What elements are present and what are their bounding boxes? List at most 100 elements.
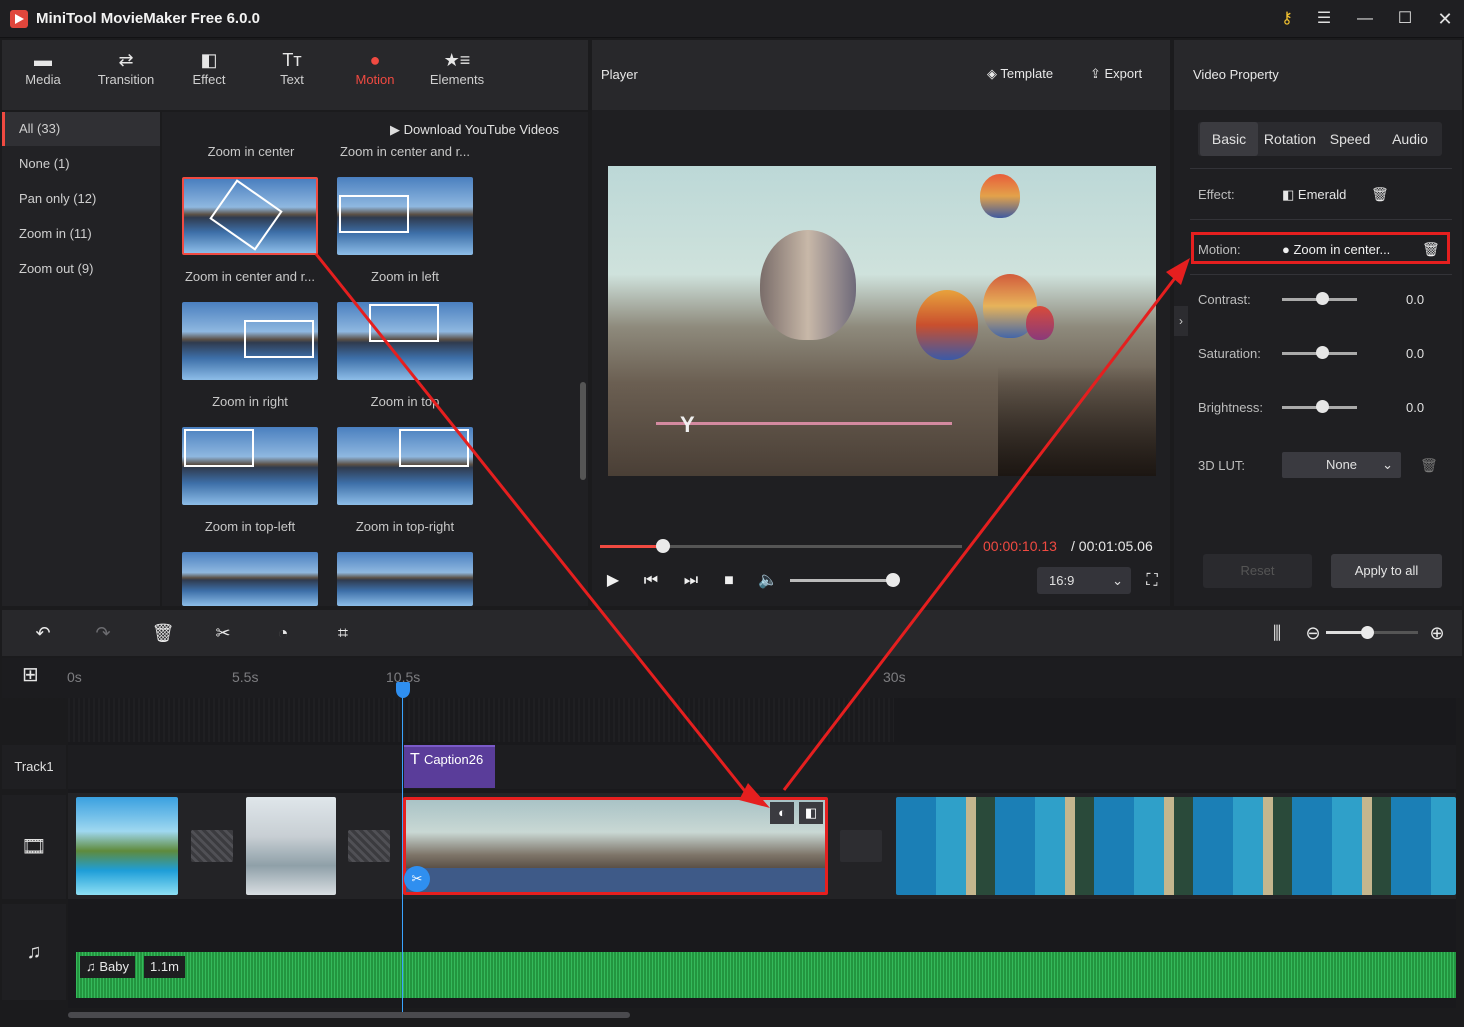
toolbar-effect[interactable]: ◧ Effect [169, 48, 249, 87]
player-title: Player [601, 67, 638, 82]
brightness-knob[interactable] [1316, 400, 1329, 413]
category-pan-only[interactable]: Pan only (12) [2, 182, 160, 216]
motion-thumb-zoom-center-rotate[interactable] [182, 177, 318, 255]
volume-slider[interactable] [790, 579, 894, 582]
brightness-value: 0.0 [1406, 400, 1425, 415]
waveform [76, 952, 1456, 998]
undo-icon[interactable]: ↶ [31, 621, 55, 645]
current-time: 00:00:10.13 [983, 538, 1057, 554]
zoom-in-icon[interactable]: ⊕ [1425, 621, 1449, 645]
balloon [916, 290, 978, 360]
split-icon[interactable]: ✂ [211, 621, 235, 645]
reset-button[interactable]: Reset [1203, 554, 1312, 588]
timeline-zoom-knob[interactable] [1361, 626, 1374, 639]
toolbar-media[interactable]: ▬ Media [3, 48, 83, 87]
motion-thumb[interactable] [337, 552, 473, 606]
playhead-handle[interactable] [396, 682, 410, 698]
motion-thumb-zoom-top-left[interactable] [182, 427, 318, 505]
delete-motion-icon[interactable]: 🗑 [1422, 241, 1440, 258]
close-icon[interactable]: ✕ [1432, 8, 1458, 30]
zoom-out-icon[interactable]: ⊖ [1301, 621, 1325, 645]
contrast-knob[interactable] [1316, 292, 1329, 305]
selected-video-clip[interactable]: ◐ ◧ [403, 797, 828, 895]
toolbar-transition[interactable]: ⇄ Transition [86, 48, 166, 87]
collapse-arrow-icon[interactable]: › [1174, 306, 1188, 336]
play-icon[interactable]: ▶ [602, 570, 624, 592]
caption-clip[interactable]: T Caption26 [404, 745, 495, 788]
delete-icon[interactable]: 🗑 [151, 621, 175, 645]
stop-icon[interactable]: ■ [718, 570, 740, 592]
video-clip[interactable] [246, 797, 336, 895]
minimize-icon[interactable]: — [1352, 8, 1378, 30]
video-clip[interactable] [896, 797, 1456, 895]
redo-icon[interactable]: ↷ [91, 621, 115, 645]
motion-thumb-zoom-top[interactable] [337, 302, 473, 380]
delete-lut-icon[interactable]: 🗑 [1420, 457, 1438, 474]
transition-placeholder[interactable] [191, 830, 233, 862]
tab-audio[interactable]: Audio [1382, 122, 1438, 156]
timeline-ruler[interactable] [2, 658, 1462, 698]
crop-icon[interactable]: ⌗ [331, 621, 355, 645]
add-track-icon[interactable]: ⊞ [22, 664, 44, 686]
template-button[interactable]: ◈ Template [987, 66, 1053, 82]
effect-applied-icon[interactable]: ◧ [799, 802, 823, 824]
motion-applied-icon[interactable]: ◐ [770, 802, 794, 824]
apply-to-all-button[interactable]: Apply to all [1331, 554, 1442, 588]
timeline-scrollbar[interactable] [68, 1012, 630, 1018]
effect-value[interactable]: ◧ Emerald [1282, 187, 1346, 203]
delete-effect-icon[interactable]: 🗑 [1371, 186, 1389, 203]
export-label: Export [1104, 66, 1143, 81]
motion-frame [184, 429, 254, 467]
category-all[interactable]: All (33) [2, 112, 160, 146]
transition-placeholder[interactable] [348, 830, 390, 862]
toolbar-text[interactable]: Tт Text [252, 48, 332, 87]
fullscreen-icon[interactable]: ⛶ [1141, 570, 1163, 592]
volume-knob[interactable] [886, 573, 900, 587]
toolbar-motion-label: Motion [355, 72, 395, 87]
next-frame-icon[interactable]: ⏭ [680, 570, 702, 592]
tab-basic[interactable]: Basic [1200, 122, 1258, 156]
player-header [592, 40, 1170, 110]
toolbar-elements[interactable]: ★≡ Elements [417, 48, 497, 87]
divider [1190, 168, 1452, 169]
saturation-value: 0.0 [1406, 346, 1425, 361]
transition-placeholder[interactable] [840, 830, 882, 862]
previous-frame-icon[interactable]: ⏮ [640, 570, 662, 592]
text-icon: T [410, 751, 424, 768]
menu-icon[interactable]: ☰ [1311, 8, 1337, 30]
video-clip[interactable] [76, 797, 178, 895]
key-icon[interactable]: ⚷ [1274, 8, 1300, 30]
motion-value-label: Zoom in center... [1293, 242, 1391, 257]
toolbar-motion[interactable]: ● Motion [335, 48, 415, 87]
tab-speed[interactable]: Speed [1322, 122, 1378, 156]
download-youtube-link[interactable]: ▶ Download YouTube Videos [390, 122, 559, 138]
text-icon: Tт [282, 50, 302, 70]
saturation-knob[interactable] [1316, 346, 1329, 359]
motion-label: Zoom in top [370, 394, 440, 409]
saturation-label: Saturation: [1198, 346, 1261, 361]
volume-icon[interactable]: 🔈 [757, 570, 779, 592]
maximize-icon[interactable]: ☐ [1392, 8, 1418, 30]
tab-rotation[interactable]: Rotation [1260, 122, 1320, 156]
library-scrollbar[interactable] [580, 382, 586, 480]
chevron-down-icon: ⌄ [1382, 457, 1393, 472]
app-logo-icon [10, 10, 28, 28]
motion-thumb-zoom-top-right[interactable] [337, 427, 473, 505]
category-none[interactable]: None (1) [2, 147, 160, 181]
category-zoom-in[interactable]: Zoom in (11) [2, 217, 160, 251]
audio-clip[interactable]: ♫ Baby 1.1m [76, 952, 1456, 998]
motion-thumb-zoom-right[interactable] [182, 302, 318, 380]
motion-thumb-zoom-left[interactable] [337, 177, 473, 255]
motion-thumb[interactable] [182, 552, 318, 606]
divider [1190, 219, 1452, 220]
playhead-line[interactable] [402, 684, 403, 1012]
lut-select[interactable]: None ⌄ [1282, 452, 1401, 478]
progress-knob[interactable] [656, 539, 670, 553]
category-zoom-out[interactable]: Zoom out (9) [2, 252, 160, 286]
aspect-ratio-select[interactable]: 16:9 ⌄ [1037, 567, 1131, 594]
motion-value[interactable]: ● Zoom in center... [1282, 242, 1390, 257]
export-button[interactable]: ⇪ Export [1090, 66, 1142, 82]
fit-timeline-icon[interactable]: ⫼ [1265, 621, 1289, 645]
speed-icon[interactable]: ◔ [271, 621, 295, 645]
split-marker-icon[interactable]: ✂ [404, 866, 430, 892]
